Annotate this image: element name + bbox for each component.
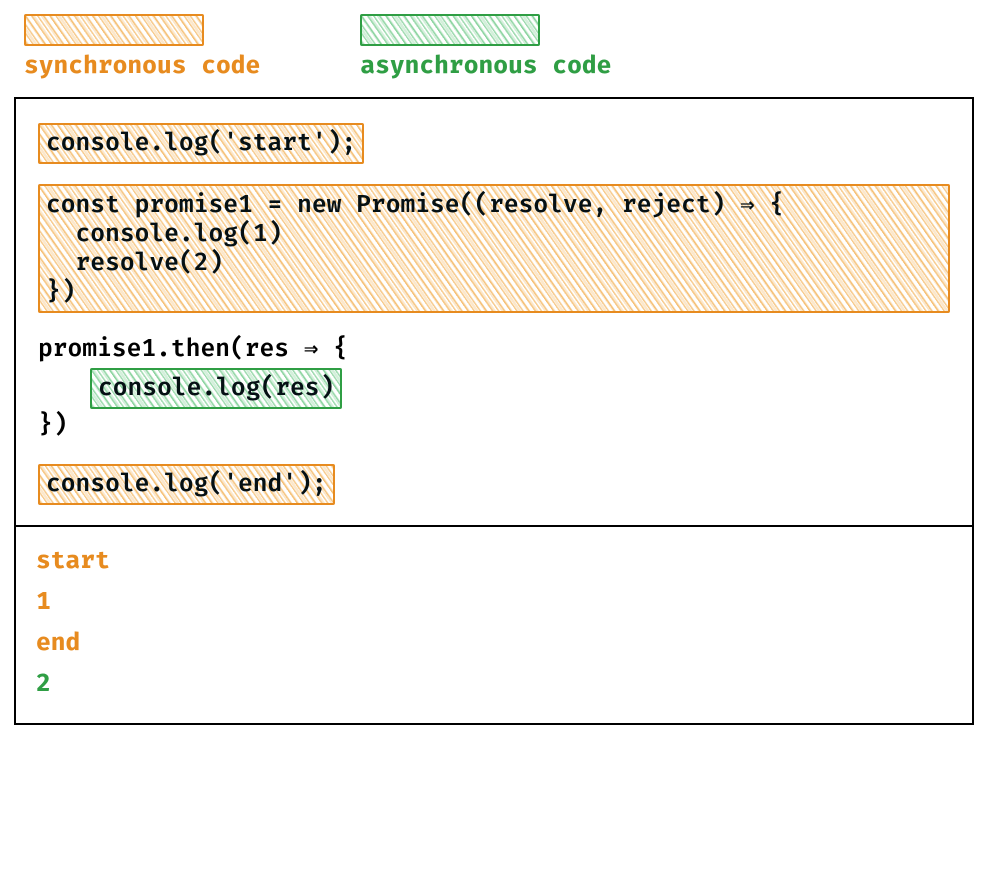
code-text: promise1.then(res ⇒ { (38, 333, 950, 368)
highlight-sync: console.log('start'); (38, 123, 364, 164)
legend-item-sync: synchronous code (24, 14, 260, 81)
code-row-then: promise1.then(res ⇒ { console.log(res) }… (38, 333, 950, 444)
legend-item-async: asynchronous code (360, 14, 611, 81)
output-line: end (36, 623, 952, 664)
legend-swatch-sync (24, 14, 204, 46)
code-row-end: console.log('end'); (38, 464, 950, 505)
output-line: 2 (36, 664, 952, 705)
output-panel: start 1 end 2 (16, 527, 972, 723)
legend-label-async: asynchronous code (360, 52, 611, 81)
code-row-promise: const promise1 = new Promise((resolve, r… (38, 184, 950, 313)
diagram-container: console.log('start'); const promise1 = n… (14, 97, 974, 725)
legend: synchronous code asynchronous code (24, 14, 986, 81)
legend-label-sync: synchronous code (24, 52, 260, 81)
output-line: 1 (36, 582, 952, 623)
code-panel: console.log('start'); const promise1 = n… (16, 99, 972, 527)
code-row-start: console.log('start'); (38, 123, 950, 164)
code-text: console.log('end'); (46, 470, 327, 499)
code-text: console.log(res) (98, 374, 334, 403)
code-text: const promise1 = new Promise((resolve, r… (46, 191, 784, 307)
legend-swatch-async (360, 14, 540, 46)
highlight-async: console.log(res) (90, 368, 342, 409)
output-line: start (36, 541, 952, 582)
code-text: }) (38, 409, 950, 444)
highlight-sync: console.log('end'); (38, 464, 335, 505)
highlight-sync: const promise1 = new Promise((resolve, r… (38, 184, 950, 313)
code-text: console.log('start'); (46, 129, 356, 158)
